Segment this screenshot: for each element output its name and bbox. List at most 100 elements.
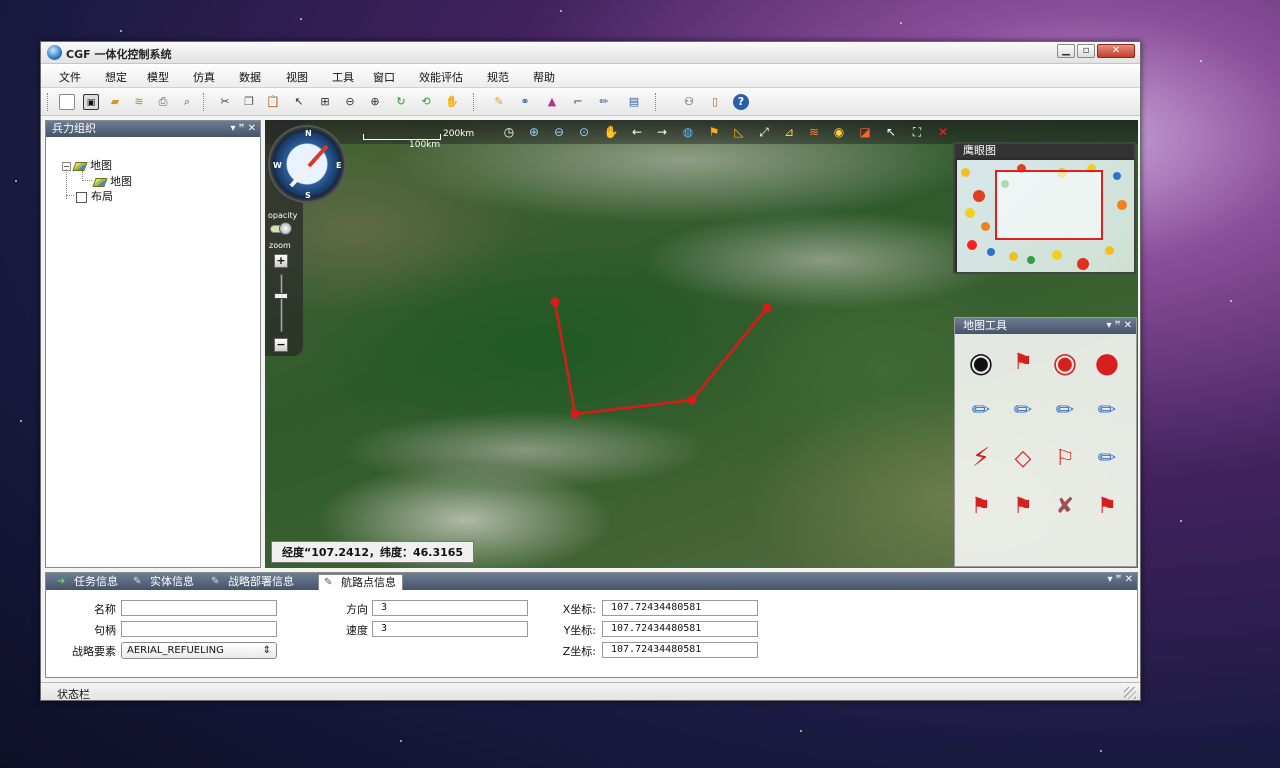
tab-label: 战略部署信息 xyxy=(228,575,294,588)
speed-field[interactable]: 3 xyxy=(372,621,528,637)
measure-icon[interactable]: ⌐ xyxy=(570,94,586,110)
overview-viewport[interactable] xyxy=(995,170,1103,240)
waypoint[interactable] xyxy=(687,395,697,405)
tab-waypoint-info[interactable]: ✎ 航路点信息 xyxy=(318,574,403,590)
layout-page-icon xyxy=(76,191,87,203)
tree-node-layout[interactable]: 布局 xyxy=(76,188,113,204)
cut-icon[interactable]: ✂ xyxy=(217,94,233,110)
book-icon[interactable]: ▯ xyxy=(707,94,723,110)
direction-label: 方向 xyxy=(346,603,368,616)
pen-circles-icon[interactable]: ✏ xyxy=(1089,392,1125,428)
resize-grip-icon[interactable] xyxy=(1124,687,1136,699)
print-icon[interactable]: ⎙ xyxy=(155,94,171,110)
pan-hand-icon[interactable]: ✋ xyxy=(444,94,460,110)
grid-select-icon[interactable]: ⊞ xyxy=(317,94,333,110)
record-icon[interactable]: ◉ xyxy=(1047,344,1083,380)
overview-title: 鹰眼图 xyxy=(955,144,1134,158)
status-bar: 状态栏 xyxy=(41,682,1140,700)
flag-diamond-2-icon[interactable]: ⚑ xyxy=(1005,488,1041,524)
tab-entity-info[interactable]: ✎ 实体信息 xyxy=(128,574,200,590)
properties-tabs: ➜ 任务信息 ✎ 实体信息 ✎ 战略部署信息 ✎ 航路点信息 ▾ ꟸ ✕ xyxy=(46,573,1137,590)
flag-diamond-1-icon[interactable]: ⚑ xyxy=(963,488,999,524)
menu-scenario[interactable]: 想定 xyxy=(105,69,127,85)
menu-bar: 文件 想定 模型 仿真 数据 视图 工具 窗口 效能评估 规范 帮助 xyxy=(41,64,1140,88)
minimize-button[interactable]: ▁ xyxy=(1057,44,1075,58)
signal-wave-icon[interactable]: ● xyxy=(1089,344,1125,380)
window-title: CGF 一体化控制系统 xyxy=(66,48,172,61)
properties-panel: ➜ 任务信息 ✎ 实体信息 ✎ 战略部署信息 ✎ 航路点信息 ▾ ꟸ ✕ 名称 句柄 战… xyxy=(45,572,1138,678)
tab-label: 航路点信息 xyxy=(341,576,396,589)
maximize-button[interactable]: ▫ xyxy=(1077,44,1095,58)
pen-point-icon[interactable]: ✏ xyxy=(963,392,999,428)
menu-model[interactable]: 模型 xyxy=(147,69,169,85)
binoculars-icon[interactable]: ⚇ xyxy=(681,94,697,110)
menu-window[interactable]: 窗口 xyxy=(373,69,395,85)
copy-icon[interactable]: ❐ xyxy=(241,94,257,110)
pointer-icon[interactable]: ↖ xyxy=(291,94,307,110)
flag-diamond-3-icon[interactable]: ⚑ xyxy=(1089,488,1125,524)
target-icon[interactable]: ◉ xyxy=(963,344,999,380)
open-folder-icon[interactable]: ▰ xyxy=(107,94,123,110)
tab-strategy-info[interactable]: ✎ 战略部署信息 xyxy=(206,574,300,590)
chart-icon[interactable]: ▲ xyxy=(544,94,560,110)
waypoint-icon: ✎ xyxy=(324,577,333,588)
new-file-icon[interactable] xyxy=(59,94,75,110)
overview-canvas[interactable] xyxy=(957,160,1134,272)
x-coordinate-field[interactable]: 107.72434480581 xyxy=(602,600,758,616)
menu-data[interactable]: 数据 xyxy=(239,69,261,85)
menu-help[interactable]: 帮助 xyxy=(533,69,555,85)
paste-icon[interactable]: 📋 xyxy=(265,94,281,110)
waypoint[interactable] xyxy=(762,303,772,313)
menu-view[interactable]: 视图 xyxy=(286,69,308,85)
element-label: 战略要素 xyxy=(72,645,116,658)
flag-icon[interactable]: ⚑ xyxy=(1005,344,1041,380)
zoom-in-icon[interactable]: ⊕ xyxy=(367,94,383,110)
waypoint[interactable] xyxy=(570,409,580,419)
menu-tools[interactable]: 工具 xyxy=(332,69,354,85)
pen-icon[interactable]: ✎ xyxy=(491,94,507,110)
pen-box-icon[interactable]: ✏ xyxy=(1047,392,1083,428)
panel-header: 兵力组织 ▾ ꟸ ✕ xyxy=(46,121,260,137)
flag-diamond-crossed-icon[interactable]: ✘ xyxy=(1047,488,1083,524)
tree-node-map-child[interactable]: 地图 xyxy=(92,173,132,189)
close-button[interactable]: ✕ xyxy=(1097,44,1135,58)
diamond-flag-icon[interactable]: ⚐ xyxy=(1047,440,1083,476)
edit-icon[interactable]: ✏ xyxy=(596,94,612,110)
pen-delete-icon[interactable]: ✏ xyxy=(1089,440,1125,476)
app-window: CGF 一体化控制系统 ▁ ▫ ✕ 文件 想定 模型 仿真 数据 视图 工具 窗… xyxy=(40,41,1141,701)
menu-file[interactable]: 文件 xyxy=(59,69,81,85)
direction-field[interactable]: 3 xyxy=(372,600,528,616)
name-field[interactable] xyxy=(121,600,277,616)
tree-node-label: 地图 xyxy=(90,159,112,172)
z-coordinate-field[interactable]: 107.72434480581 xyxy=(602,642,758,658)
tree-node-label: 布局 xyxy=(91,190,113,203)
layers-icon[interactable]: ≋ xyxy=(131,94,147,110)
tree-node-map-root[interactable]: − 地图 xyxy=(62,157,112,173)
menu-evaluation[interactable]: 效能评估 xyxy=(419,69,463,85)
menu-simulation[interactable]: 仿真 xyxy=(193,69,215,85)
waypoint[interactable] xyxy=(550,297,560,307)
element-select[interactable]: AERIAL_REFUELING ⇕ xyxy=(121,642,277,659)
tab-task-info[interactable]: ➜ 任务信息 xyxy=(52,574,124,590)
menu-standards[interactable]: 规范 xyxy=(487,69,509,85)
z-label: Z坐标: xyxy=(562,645,596,658)
panel-controls[interactable]: ▾ ꟸ ✕ xyxy=(1107,574,1133,585)
pen-curve-icon[interactable]: ✏ xyxy=(1005,392,1041,428)
diamond-icon[interactable]: ◇ xyxy=(1005,440,1041,476)
rotate-icon[interactable]: ⟲ xyxy=(418,94,434,110)
refresh-icon[interactable]: ↻ xyxy=(393,94,409,110)
zoom-out-icon[interactable]: ⊖ xyxy=(342,94,358,110)
zigzag-icon[interactable]: ⚡ xyxy=(963,440,999,476)
y-coordinate-field[interactable]: 107.72434480581 xyxy=(602,621,758,637)
window-icon[interactable]: ▤ xyxy=(626,94,642,110)
handle-field[interactable] xyxy=(121,621,277,637)
overview-map[interactable]: 鹰眼图 xyxy=(953,142,1136,274)
help-icon[interactable]: ? xyxy=(733,94,749,110)
print-preview-icon[interactable]: ⌕ xyxy=(179,94,195,110)
map-tools-panel: 地图工具 ▾ ꟸ ✕ ◉ ⚑ ◉ ● ✏ ✏ ✏ ✏ ⚡ ◇ ⚐ ✏ ⚑ ⚑ ✘… xyxy=(954,317,1137,567)
panel-controls[interactable]: ▾ ꟸ ✕ xyxy=(230,121,256,137)
map-tools-controls[interactable]: ▾ ꟸ ✕ xyxy=(1106,318,1132,334)
save-icon[interactable]: ▣ xyxy=(83,94,99,110)
map-view[interactable]: ◷ ⊕ ⊖ ⊙ ✋ ← → ◍ ⚑ ◺ ⤢ ⊿ ≋ ◉ ◪ ↖ ⛶ ✕ 200k… xyxy=(265,120,1138,568)
network-icon[interactable]: ⚭ xyxy=(517,94,533,110)
